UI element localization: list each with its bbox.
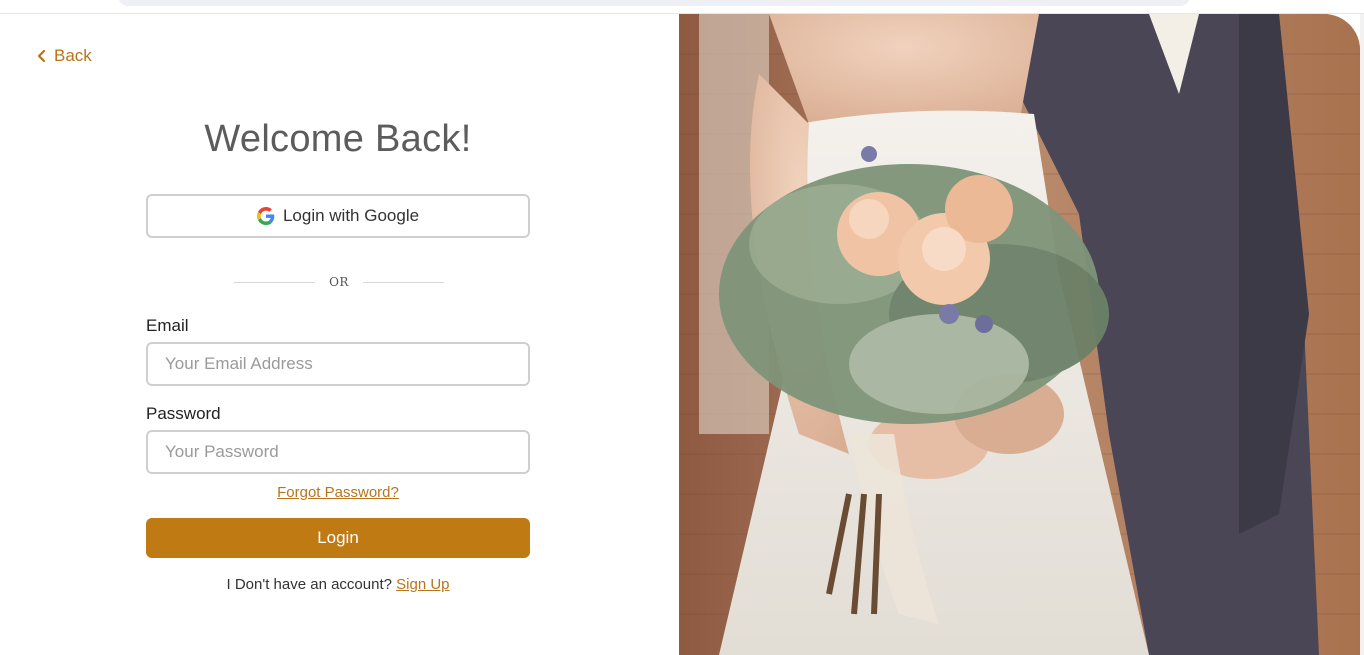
login-button[interactable]: Login (146, 518, 530, 558)
or-divider: OR (234, 274, 444, 290)
divider-line-left (234, 281, 316, 283)
wedding-photo (679, 14, 1360, 655)
password-field[interactable] (146, 430, 530, 474)
browser-address-bar[interactable] (118, 0, 1190, 6)
back-link[interactable]: Back (36, 46, 92, 66)
divider-line-right (362, 281, 444, 283)
chevron-left-icon (37, 49, 46, 63)
password-label: Password (146, 404, 221, 423)
back-label: Back (54, 46, 92, 65)
wedding-bouquet-image (679, 14, 1360, 655)
divider-or-text: OR (329, 275, 349, 289)
browser-top-strip (0, 0, 1364, 14)
signup-prompt: I Don't have an account? (226, 576, 392, 593)
email-label: Email (146, 316, 189, 335)
page-scroll-edge (1360, 14, 1364, 655)
signup-link[interactable]: Sign Up (396, 576, 449, 593)
email-field[interactable] (146, 342, 530, 386)
google-login-label: Login with Google (282, 206, 420, 225)
page-title: Welcome Back! (204, 118, 472, 160)
google-logo-icon (256, 207, 275, 225)
signup-row: I Don't have an account? Sign Up (146, 576, 530, 593)
forgot-password-link[interactable]: Forgot Password? (146, 484, 530, 501)
google-login-button[interactable]: Login with Google (146, 194, 530, 238)
